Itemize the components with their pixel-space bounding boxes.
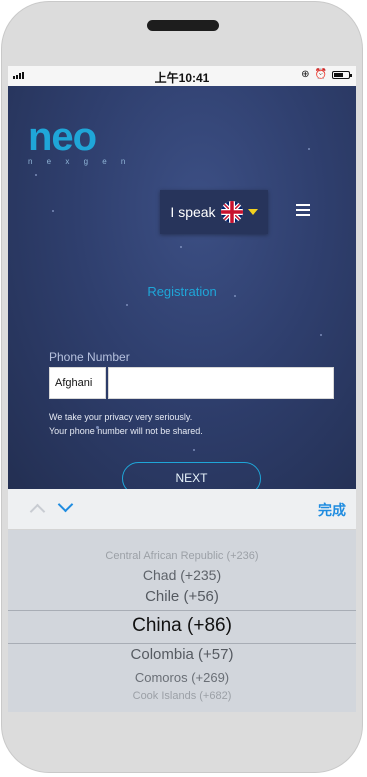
picker-toolbar: 完成 — [8, 489, 356, 530]
phone-frame: 上午10:41 ⊕ ⏰ neo n e x g e n I speak Regi… — [1, 1, 363, 773]
status-icons: ⊕ ⏰ — [301, 69, 352, 80]
page-title: Registration — [147, 284, 217, 299]
logo-subtitle: n e x g e n — [28, 157, 132, 166]
uk-flag-icon — [220, 201, 243, 223]
picker-selection-bottom-line — [8, 643, 356, 644]
picker-item[interactable]: Colombia (+57) — [8, 646, 356, 663]
previous-field-icon[interactable] — [29, 503, 46, 520]
dropdown-caret-icon — [247, 209, 258, 215]
screen: 上午10:41 ⊕ ⏰ neo n e x g e n I speak Regi… — [8, 66, 356, 712]
clock-icon: ⏰ — [314, 69, 327, 80]
status-bar: 上午10:41 ⊕ ⏰ — [8, 66, 356, 86]
neo-logo: neo n e x g e n — [28, 115, 132, 166]
hamburger-icon[interactable] — [296, 204, 310, 219]
picker-item[interactable]: Chile (+56) — [8, 588, 356, 605]
picker-item[interactable]: Comoros (+269) — [8, 670, 356, 685]
picker-selection-top-line — [8, 610, 356, 611]
next-field-icon[interactable] — [57, 496, 74, 513]
logo-word: neo — [28, 115, 97, 159]
speaker-grille — [147, 20, 219, 31]
language-selector[interactable]: I speak — [160, 190, 268, 234]
picker-item[interactable]: Central African Republic (+236) — [8, 550, 356, 562]
picker-item[interactable]: Chad (+235) — [8, 567, 356, 583]
picker-item-selected[interactable]: China (+86) — [8, 615, 356, 637]
alarm-icon: ⊕ — [301, 69, 310, 80]
phone-number-label: Phone Number — [49, 350, 130, 364]
privacy-line-2: Your phone number will not be shared. — [49, 426, 203, 436]
battery-icon — [332, 70, 352, 79]
language-label: I speak — [170, 204, 216, 220]
phone-number-input[interactable] — [108, 367, 334, 399]
country-picker[interactable]: Central African Republic (+236) Chad (+2… — [8, 530, 356, 712]
picker-item[interactable]: Cook Islands (+682) — [8, 690, 356, 702]
app-view: neo n e x g e n I speak Registration Pho… — [8, 86, 356, 495]
done-button[interactable]: 完成 — [318, 500, 346, 520]
privacy-line-1: We take your privacy very seriously. — [49, 412, 193, 422]
privacy-note: We take your privacy very seriously. You… — [49, 410, 203, 438]
country-code-field[interactable]: Afghani — [49, 367, 106, 399]
